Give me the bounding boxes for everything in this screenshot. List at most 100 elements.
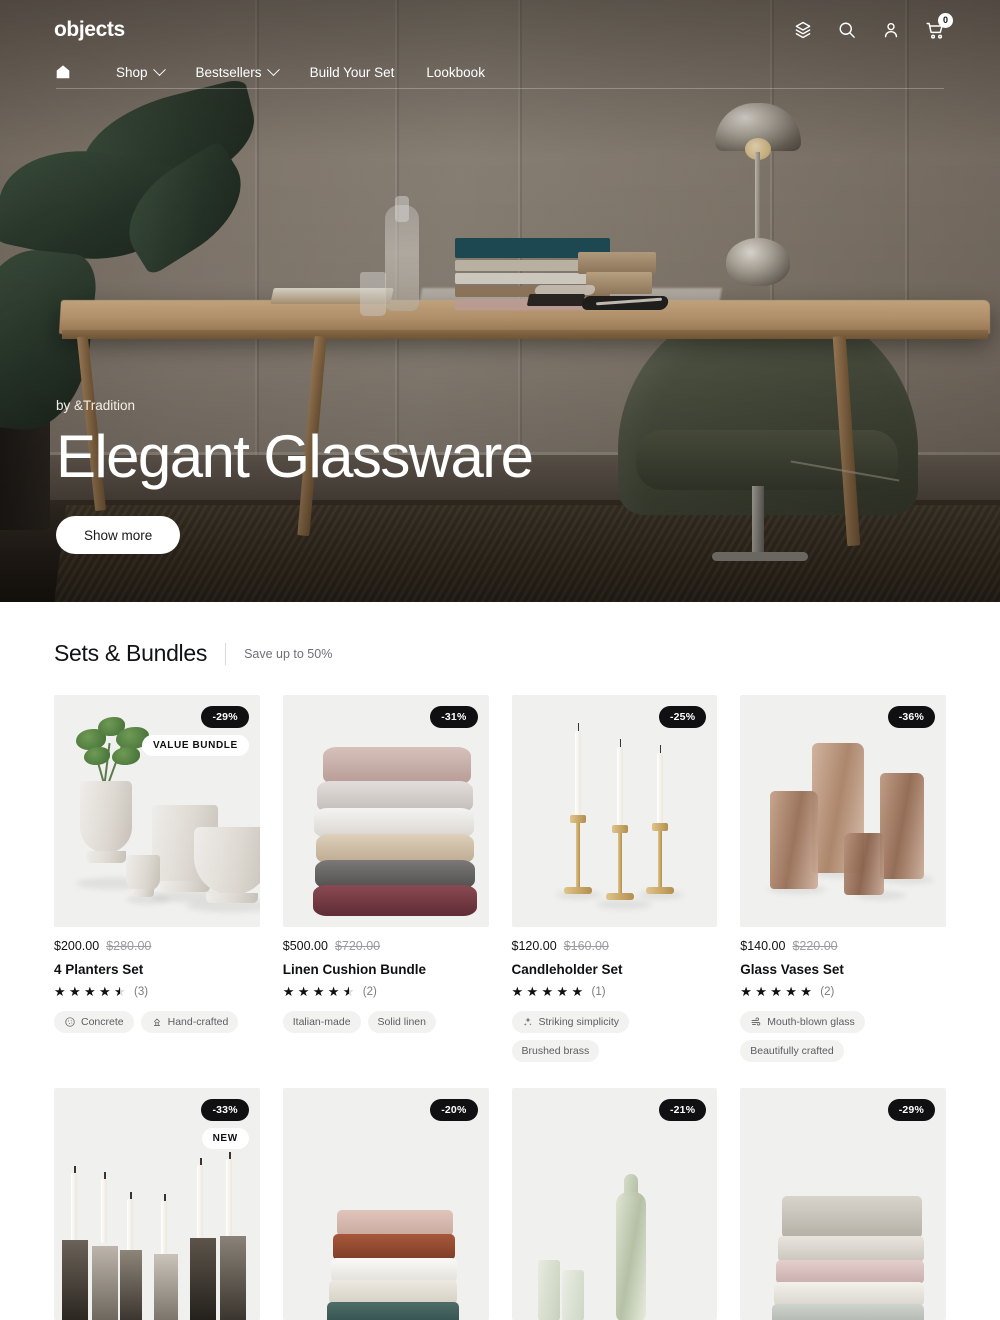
review-count: (1) (591, 986, 606, 998)
rating: ★ ★ ★ ★ ★ ★ ★ ★ ★ ★ (1) (512, 984, 718, 999)
badge-group: -29% (887, 1099, 935, 1121)
product-image[interactable]: -20% (282, 1088, 489, 1320)
star-icon: ★ ★ (327, 984, 340, 999)
feature-chip: Concrete (54, 1011, 134, 1033)
star-icon: ★ ★ (99, 984, 111, 999)
star-icon: ★ ★ (342, 984, 355, 999)
star-icon: ★ ★ (526, 984, 539, 999)
badge-group: -21% (658, 1099, 707, 1121)
product-card[interactable]: -21% (511, 1088, 718, 1320)
star-icon: ★ ★ (312, 984, 325, 999)
nav-item-shop[interactable]: Shop (100, 59, 180, 86)
section-header: Sets & Bundles Save up to 50% (54, 640, 946, 667)
discount-badge: -29% (887, 1099, 935, 1121)
cart-icon[interactable]: 0 (924, 13, 953, 41)
product-card[interactable]: -36% $140.00 $220.00 Glass Vases Set ★ ★ ★… (740, 695, 946, 1062)
original-price: $280.00 (106, 939, 152, 953)
review-count: (2) (362, 986, 377, 998)
hero-content: by &Tradition Elegant Glassware Show mor… (56, 398, 534, 554)
package-icon[interactable] (792, 19, 814, 41)
nav-item-label: Build Your Set (309, 64, 395, 80)
nav-item-bestsellers[interactable]: Bestsellers (180, 59, 294, 86)
badge-group: -29% VALUE BUNDLE (141, 706, 249, 756)
product-image[interactable]: -31% (282, 695, 489, 927)
star-icon: ★ ★ (282, 984, 295, 999)
product-image[interactable]: -25% (511, 695, 718, 927)
product-title[interactable]: 4 Planters Set (54, 962, 260, 977)
brand-logo[interactable]: objects (54, 18, 125, 42)
feature-chip: Striking simplicity (511, 1011, 630, 1033)
handcraft-icon (153, 1018, 160, 1026)
feature-chip: Solid linen (367, 1011, 436, 1033)
product-title[interactable]: Glass Vases Set (740, 962, 946, 977)
feature-chips: Striking simplicity Brushed brass (511, 1011, 718, 1062)
star-rating: ★ ★ ★ ★ ★ ★ ★ ★ ★ ★ (282, 984, 355, 999)
header-icon-group: 0 (792, 13, 953, 41)
cushions-illustration (283, 695, 489, 927)
hero-eyebrow: by &Tradition (56, 398, 136, 413)
show-more-button[interactable]: Show more (56, 516, 181, 554)
star-icon: ★ ★ (556, 984, 569, 999)
rating: ★ ★ ★ ★ ★ ★ ★ ★ ★ ★ (2) (282, 984, 489, 999)
badge-group: -36% (887, 706, 935, 728)
star-icon: ★ ★ (297, 984, 310, 999)
nav-item-lookbook[interactable]: Lookbook (410, 59, 501, 86)
home-icon[interactable] (54, 63, 76, 81)
product-title[interactable]: Linen Cushion Bundle (283, 962, 489, 977)
feature-chip: Brushed brass (511, 1040, 600, 1062)
feature-chip-label: Italian-made (292, 1016, 351, 1028)
current-price: $200.00 (54, 939, 100, 953)
nav-item-label: Lookbook (426, 64, 485, 80)
review-count: (2) (820, 986, 835, 998)
nav-item-label: Bestsellers (195, 64, 262, 80)
feature-chips: Mouth-blown glass Beautifully crafted (740, 1011, 946, 1062)
blow-icon (751, 1017, 761, 1026)
product-grid: -29% VALUE BUNDLE $200.00 $280.00 4 Plan… (54, 695, 946, 1320)
hero-banner: objects 0 Shop Bestsellers Build Your Se… (0, 0, 1000, 602)
feature-chip: Italian-made (282, 1011, 361, 1033)
discount-badge: -21% (658, 1099, 707, 1121)
product-image[interactable]: -29% VALUE BUNDLE (54, 695, 260, 927)
product-image[interactable]: -33% NEW (54, 1088, 260, 1320)
product-title[interactable]: Candleholder Set (512, 962, 718, 977)
cart-count-badge: 0 (938, 13, 953, 28)
feature-chip: Mouth-blown glass (740, 1011, 865, 1033)
product-info: $140.00 $220.00 Glass Vases Set ★ ★ ★ ★ ★ ★ ★ ★… (740, 927, 946, 1062)
badge-group: -33% NEW (201, 1099, 249, 1149)
star-icon: ★ ★ (54, 984, 66, 999)
product-image[interactable]: -29% (740, 1088, 946, 1320)
sparkle-icon (523, 1017, 532, 1026)
concrete-icon (65, 1017, 75, 1027)
product-card[interactable]: -25% $120.00 $160.00 Candleholder Set ★ ★… (511, 695, 718, 1062)
account-icon[interactable] (880, 19, 902, 41)
star-icon: ★ ★ (785, 984, 797, 999)
star-icon: ★ ★ (84, 984, 96, 999)
star-icon: ★ ★ (770, 984, 782, 999)
feature-chip: Beautifully crafted (740, 1040, 844, 1062)
price-row: $140.00 $220.00 (740, 939, 946, 953)
feature-chip-label: Beautifully crafted (750, 1045, 834, 1057)
product-card[interactable]: -29% VALUE BUNDLE $200.00 $280.00 4 Plan… (54, 695, 260, 1062)
star-icon: ★ ★ (571, 984, 584, 999)
product-card[interactable]: -20% (282, 1088, 489, 1320)
nav-item-build-your-set[interactable]: Build Your Set (294, 59, 411, 86)
original-price: $220.00 (792, 939, 838, 953)
product-image[interactable]: -36% (740, 695, 946, 927)
badge-group: -31% (430, 706, 478, 728)
discount-badge: -31% (430, 706, 478, 728)
green-glassware-illustration (512, 1088, 718, 1320)
search-icon[interactable] (836, 19, 858, 41)
section-title: Sets & Bundles (54, 640, 208, 666)
product-info: $500.00 $720.00 Linen Cushion Bundle ★ ★ ★… (282, 927, 489, 1033)
star-rating: ★ ★ ★ ★ ★ ★ ★ ★ ★ ★ (54, 984, 126, 999)
product-info: $200.00 $280.00 4 Planters Set ★ ★ ★ ★ ★ ★ ★ ★ ★… (54, 927, 260, 1033)
product-image[interactable]: -21% (511, 1088, 718, 1320)
towels-illustration (283, 1088, 489, 1320)
feature-chip-label: Brushed brass (521, 1045, 590, 1057)
product-card[interactable]: -33% NEW (54, 1088, 260, 1320)
price-row: $200.00 $280.00 (54, 939, 260, 953)
product-card[interactable]: -31% $500.00 $720.00 Linen Cushion Bundl… (282, 695, 489, 1062)
star-icon: ★ ★ (740, 984, 752, 999)
product-card[interactable]: -29% (740, 1088, 946, 1320)
star-icon: ★ ★ (755, 984, 767, 999)
